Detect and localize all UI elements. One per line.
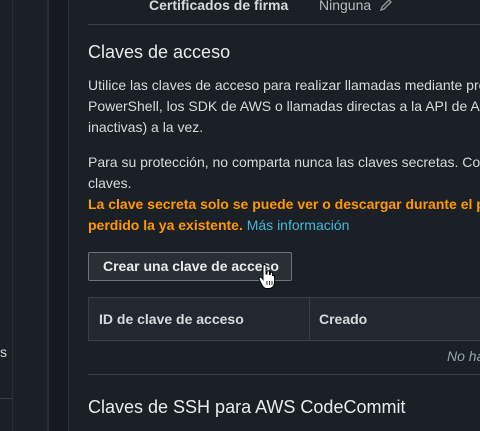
description-line: inactivas) a la vez. <box>88 119 204 135</box>
signing-certificates-label: Certificados de firma <box>149 0 289 13</box>
description-line: PowerShell, los SDK de AWS o llamadas di… <box>88 98 480 114</box>
empty-table-message: No ha <box>447 348 480 364</box>
access-keys-table: ID de clave de acceso Creado <box>88 297 480 341</box>
secret-key-warning: La clave secreta solo se puede ver o des… <box>88 194 480 215</box>
hand-cursor-icon <box>258 263 276 295</box>
left-navigation: s <box>0 0 49 431</box>
warning-line: La clave secreta solo se puede ver o des… <box>88 196 480 212</box>
layout-divider <box>47 0 48 431</box>
access-keys-title: Claves de acceso <box>88 42 231 62</box>
protection-line: claves. <box>88 175 132 191</box>
signing-certificates-value: Ninguna <box>319 0 372 13</box>
nav-item-fragment[interactable]: s <box>0 344 7 360</box>
protection-line: Para su protección, no comparta nunca la… <box>88 154 480 170</box>
column-header-access-key-id[interactable]: ID de clave de acceso <box>99 298 244 340</box>
section-divider <box>88 24 480 25</box>
signing-certificates-value-group: Ninguna <box>319 0 393 15</box>
access-keys-description: Utilice las claves de acceso para realiz… <box>88 75 480 138</box>
secret-key-warning-cont: perdido la ya existente. Más información <box>88 215 349 236</box>
signing-certificates-row: Certificados de firma Ninguna <box>149 0 393 13</box>
description-line: Utilice las claves de acceso para realiz… <box>88 77 480 93</box>
column-divider <box>309 298 310 340</box>
nav-rail <box>0 0 13 431</box>
section-divider <box>88 374 480 375</box>
protection-notice: Para su protección, no comparta nunca la… <box>88 152 480 194</box>
pencil-icon[interactable] <box>379 0 393 15</box>
warning-line: perdido la ya existente. <box>88 217 243 233</box>
page: s Certificados de firma Ninguna Claves d… <box>0 0 480 431</box>
nav-divider <box>0 398 12 399</box>
more-info-link[interactable]: Más información <box>247 217 350 233</box>
ssh-keys-title: Claves de SSH para AWS CodeCommit <box>88 397 406 417</box>
column-header-created[interactable]: Creado <box>319 298 367 340</box>
